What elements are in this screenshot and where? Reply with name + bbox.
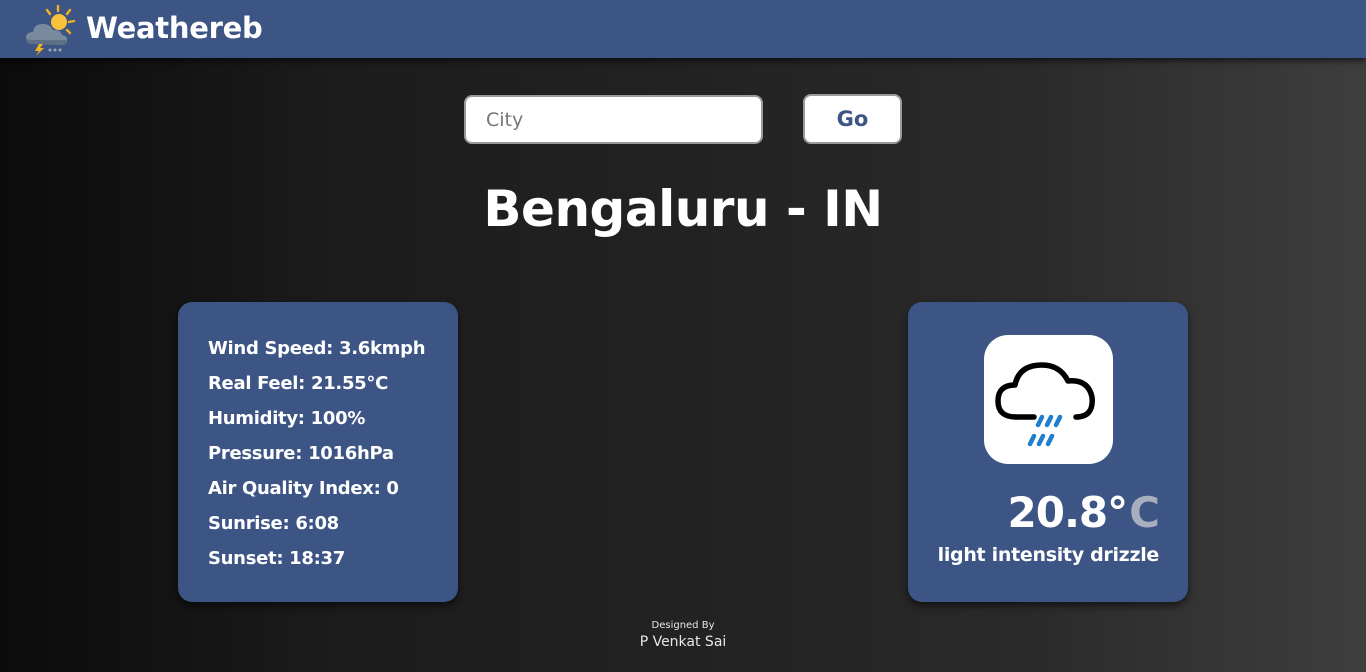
rain-cloud-icon bbox=[984, 335, 1113, 464]
footer-designer-name: P Venkat Sai bbox=[639, 634, 727, 650]
go-button[interactable]: Go bbox=[803, 94, 902, 144]
city-search-input[interactable] bbox=[464, 95, 763, 144]
navbar: Weathereb bbox=[0, 0, 1366, 58]
sun-cloud-storm-icon[interactable] bbox=[22, 4, 76, 56]
temperature-value: 20.8° bbox=[1007, 488, 1129, 537]
app-name[interactable]: Weathereb bbox=[86, 11, 263, 45]
weather-condition: light intensity drizzle bbox=[937, 544, 1160, 566]
current-weather-card: 20.8°C light intensity drizzle bbox=[908, 302, 1188, 602]
real-feel: Real Feel: 21.55°C bbox=[208, 373, 389, 394]
sunrise: Sunrise: 6:08 bbox=[208, 513, 339, 534]
location-title: Bengaluru - IN bbox=[483, 180, 883, 238]
temperature-readout: 20.8°C bbox=[1007, 488, 1160, 537]
air-quality-index: Air Quality Index: 0 bbox=[208, 478, 399, 499]
wind-speed: Wind Speed: 3.6kmph bbox=[208, 338, 426, 359]
weather-details-card: Wind Speed: 3.6kmph Real Feel: 21.55°C H… bbox=[178, 302, 458, 602]
pressure: Pressure: 1016hPa bbox=[208, 443, 394, 464]
details-list: Wind Speed: 3.6kmph Real Feel: 21.55°C H… bbox=[208, 336, 426, 581]
temperature-unit: C bbox=[1129, 488, 1160, 537]
humidity: Humidity: 100% bbox=[208, 408, 366, 429]
sunset: Sunset: 18:37 bbox=[208, 548, 345, 569]
footer-designed-by: Designed By bbox=[651, 620, 715, 631]
